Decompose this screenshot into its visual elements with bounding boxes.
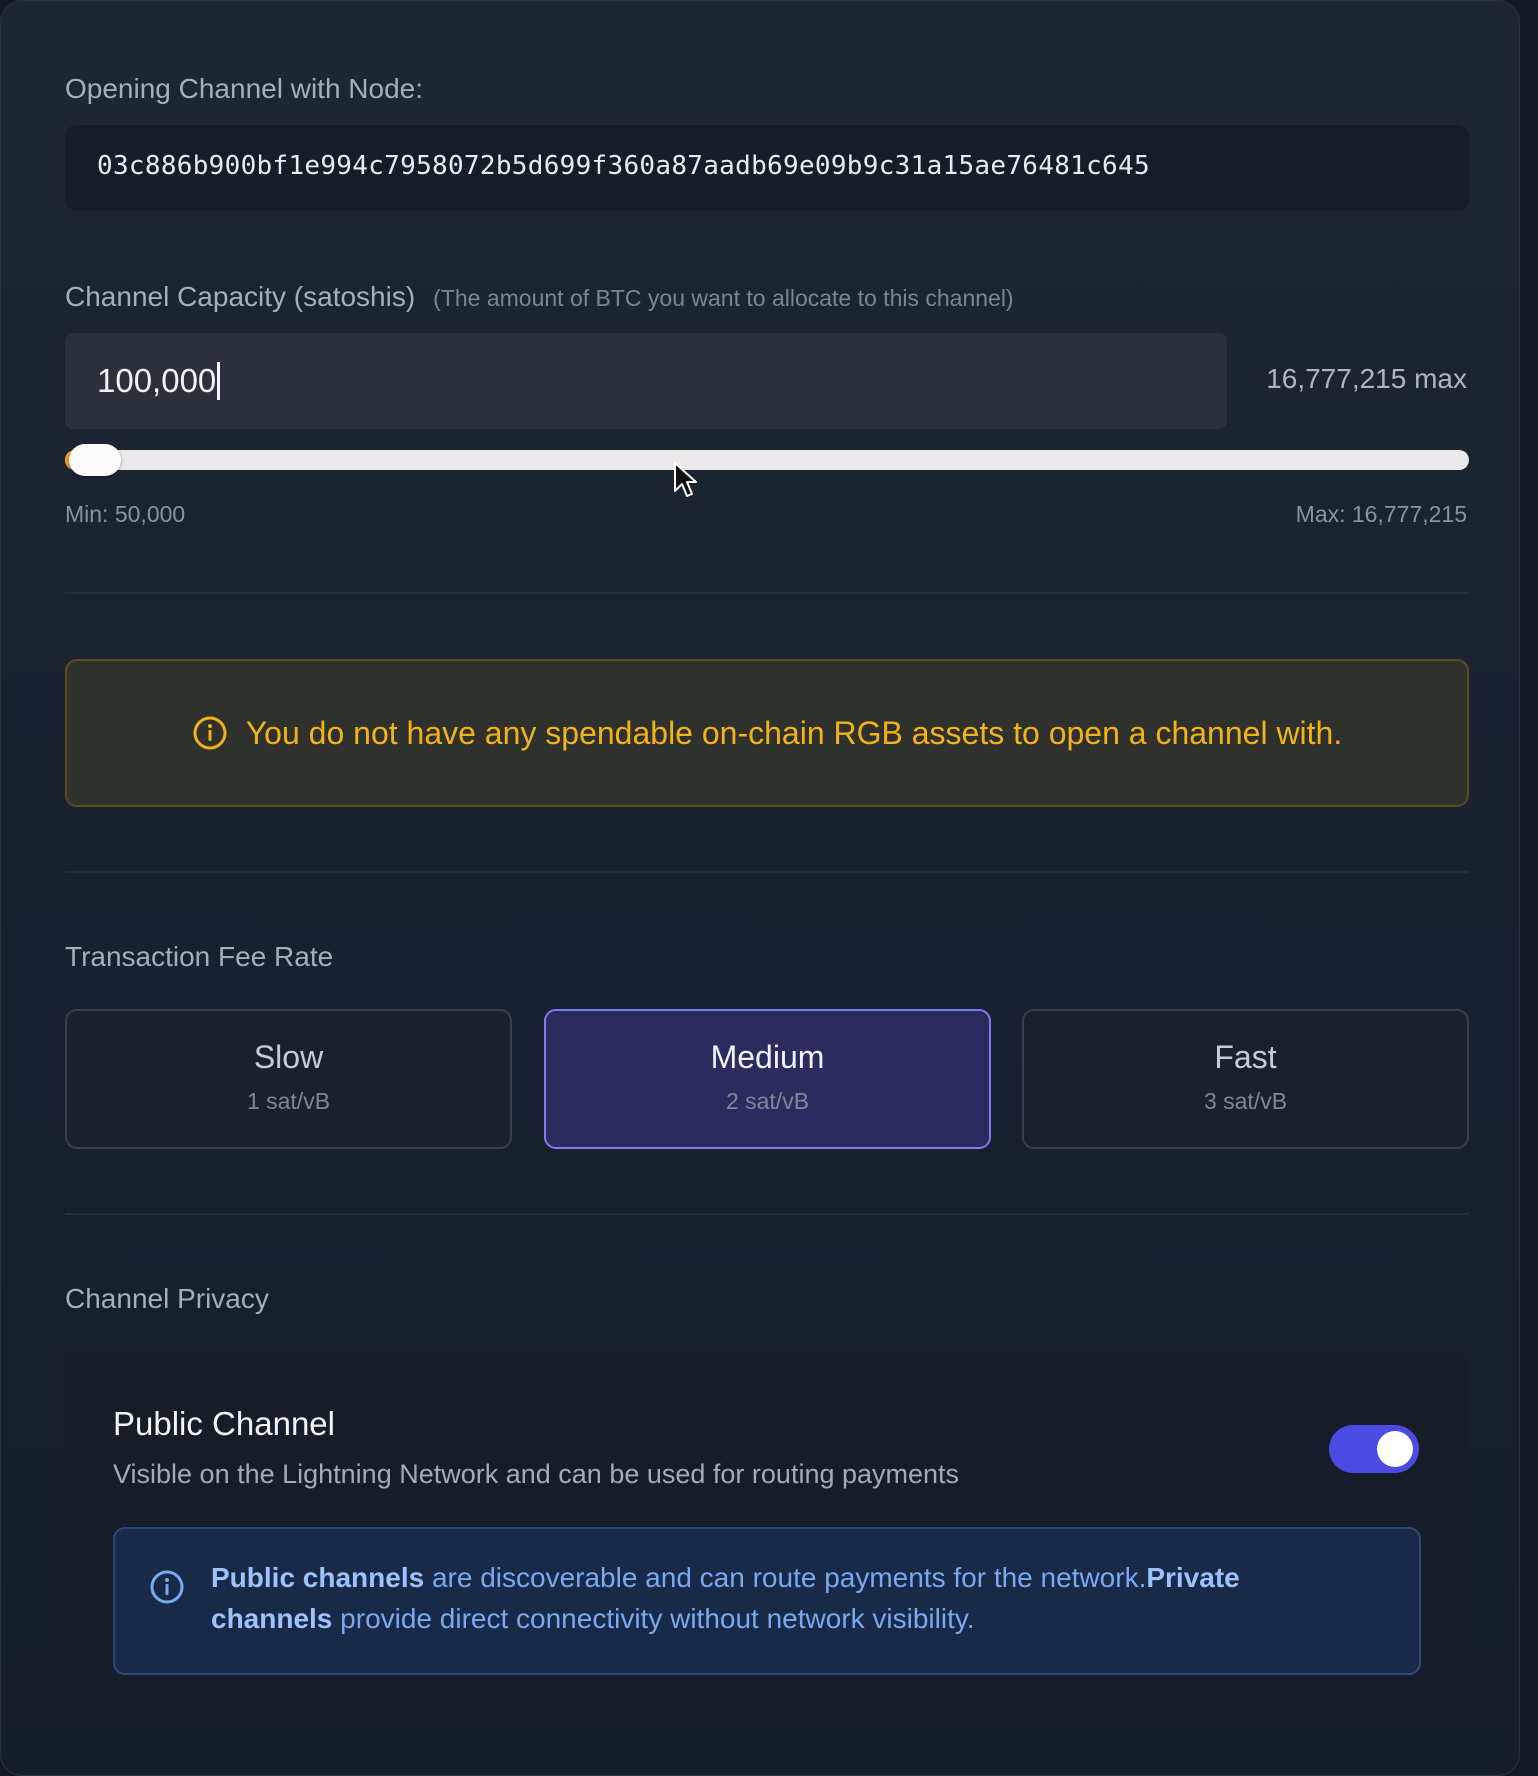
fee-option-medium[interactable]: Medium 2 sat/vB [544, 1009, 991, 1149]
privacy-card: Public Channel Visible on the Lightning … [65, 1351, 1469, 1721]
capacity-value: 100,000 [97, 362, 217, 399]
fee-option-name: Slow [253, 1039, 324, 1075]
public-channel-toggle[interactable] [1329, 1425, 1419, 1473]
warning-text: You do not have any spendable on-chain R… [245, 714, 1343, 751]
slider-min-label: Min: 50,000 [65, 501, 186, 527]
info-bold-public: Public channels [211, 1562, 425, 1593]
fee-option-rate: 3 sat/vB [1203, 1088, 1288, 1114]
slider-thumb[interactable] [69, 444, 121, 476]
warning-banner: You do not have any spendable on-chain R… [65, 659, 1469, 807]
info-text-private: provide direct connectivity without netw… [332, 1603, 975, 1634]
fee-option-fast[interactable]: Fast 3 sat/vB [1022, 1009, 1469, 1149]
toggle-knob [1377, 1431, 1413, 1467]
fee-option-name: Medium [710, 1039, 825, 1075]
open-channel-panel: Opening Channel with Node: 03c886b900bf1… [0, 0, 1520, 1776]
capacity-hint: (The amount of BTC you want to allocate … [433, 285, 1014, 311]
capacity-max-label: 16,777,215 max [1266, 363, 1467, 394]
mouse-cursor-icon [674, 462, 697, 497]
privacy-info-box: Public channels are discoverable and can… [113, 1527, 1421, 1675]
divider [65, 1213, 1469, 1215]
node-label: Opening Channel with Node: [65, 73, 424, 104]
capacity-slider[interactable] [65, 444, 1469, 476]
capacity-label-row: Channel Capacity (satoshis) (The amount … [65, 281, 1014, 313]
fee-option-name: Fast [1214, 1039, 1277, 1075]
privacy-info-text: Public channels are discoverable and can… [211, 1557, 1361, 1639]
divider [65, 871, 1469, 873]
public-channel-description: Visible on the Lightning Network and can… [113, 1459, 960, 1489]
slider-max-label: Max: 16,777,215 [1295, 501, 1467, 527]
node-pubkey: 03c886b900bf1e994c7958072b5d699f360a87aa… [97, 151, 1150, 181]
public-channel-title: Public Channel [113, 1405, 335, 1442]
capacity-label: Channel Capacity (satoshis) [65, 281, 416, 312]
info-icon [193, 716, 227, 750]
node-pubkey-field: 03c886b900bf1e994c7958072b5d699f360a87aa… [65, 125, 1469, 211]
info-text-public: are discoverable and can route payments … [424, 1562, 1147, 1593]
privacy-label: Channel Privacy [65, 1283, 269, 1314]
fee-option-rate: 1 sat/vB [246, 1088, 331, 1114]
capacity-input[interactable]: 100,000 [65, 333, 1227, 429]
info-icon [150, 1570, 184, 1604]
text-caret [217, 362, 221, 400]
fee-label: Transaction Fee Rate [65, 941, 334, 972]
divider [65, 592, 1469, 594]
fee-option-rate: 2 sat/vB [725, 1088, 810, 1114]
fee-option-slow[interactable]: Slow 1 sat/vB [65, 1009, 512, 1149]
